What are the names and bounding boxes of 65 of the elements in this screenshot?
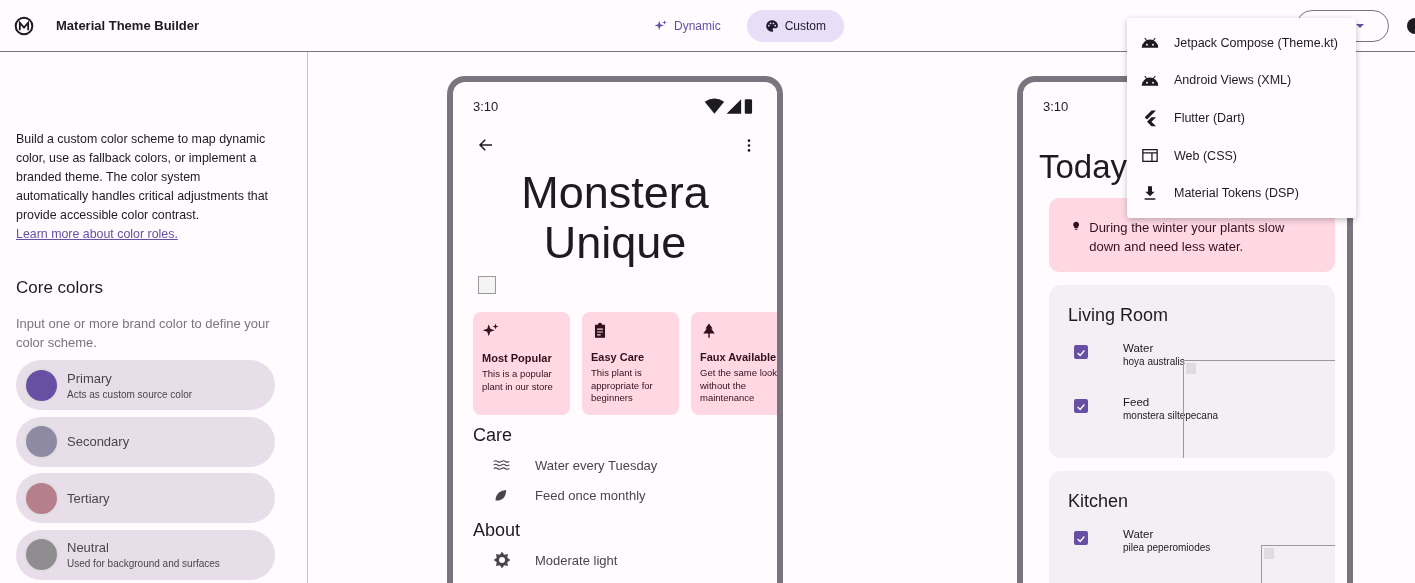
card-title: Easy Care (591, 351, 646, 364)
learn-more-link[interactable]: Learn more about color roles. (16, 227, 178, 241)
list-item-text: Feed once monthly (535, 487, 646, 503)
android-icon (1141, 37, 1159, 49)
more-icon[interactable] (747, 138, 751, 152)
color-chip[interactable]: Neutral Used for background and surfaces (16, 529, 275, 580)
mode-tab[interactable]: Dynamic (636, 10, 739, 42)
light-icon (493, 551, 511, 569)
task-label: Feed (1123, 396, 1151, 408)
color-name: Neutral (67, 540, 110, 555)
leaf-icon (493, 487, 508, 503)
color-name: Secondary (67, 434, 130, 449)
color-chip[interactable]: Secondary (16, 416, 275, 467)
waves-icon (493, 460, 510, 470)
android-icon (1141, 74, 1159, 86)
plant-title: Monstera Unique (520, 168, 710, 268)
room-name: Kitchen (1068, 491, 1130, 512)
menu-item[interactable]: Material Tokens (DSP) (1127, 174, 1356, 212)
card-title: Faux Available (700, 351, 777, 364)
check-icon (1076, 401, 1086, 413)
checkbox[interactable] (1074, 399, 1088, 413)
menu-item[interactable]: Jetpack Compose (Theme.kt) (1127, 24, 1356, 62)
list-item-text: Water every Tuesday (535, 457, 658, 473)
back-icon[interactable] (477, 136, 495, 154)
core-colors-heading: Core colors (16, 278, 104, 298)
color-description: Acts as custom source color (67, 388, 193, 400)
status-icons (703, 97, 755, 115)
app-title: Material Theme Builder (56, 18, 200, 33)
browser-window-icon (1141, 149, 1159, 163)
card-text: This plant is appropriate for beginners (591, 367, 654, 405)
plant-name: pilea peperomiodes (1123, 542, 1211, 553)
menu-item[interactable]: Web (CSS) (1127, 136, 1356, 175)
color-description: Used for background and surfaces (67, 558, 220, 569)
task-label: Water (1123, 342, 1155, 354)
tip-text: During the winter your plants slow down and need less water. (1089, 219, 1286, 256)
status-time: 3:10 (1043, 98, 1069, 114)
checkbox[interactable] (1074, 531, 1088, 545)
status-time: 3:10 (473, 98, 499, 114)
logo-icon (14, 15, 34, 36)
palette-icon (764, 19, 779, 33)
section-heading: Care (473, 425, 513, 446)
section-heading: About (473, 520, 522, 541)
card-text: This is a popular plant in our store (482, 368, 554, 394)
intro-text: Build a custom color scheme to map dynamic color, use as fallback colors, or implement a branded theme. The color system automatically handles critical adjustments that provide accessible color contrast. Learn more about color roles. (16, 131, 270, 243)
color-name: Primary (67, 370, 113, 386)
card-title: Most Popular (482, 352, 553, 364)
plant-name: hoya australis (1123, 356, 1185, 367)
menu-item[interactable]: Android Views (XML) (1127, 61, 1356, 100)
card-text: Get the same look without the maintenance (700, 367, 777, 405)
core-colors-hint: Input one or more brand color to define your color scheme. (16, 315, 271, 352)
room-name: Living Room (1068, 305, 1170, 326)
check-icon (1076, 533, 1086, 545)
list-item-text: Moderate light (535, 552, 618, 568)
check-icon (1076, 347, 1086, 359)
color-chip[interactable]: Primary Acts as custom source color (16, 360, 275, 410)
caret-icon (1356, 24, 1364, 28)
mode-tab[interactable]: Custom (746, 10, 845, 42)
task-label: Water (1123, 528, 1155, 540)
color-chip[interactable]: Tertiary (16, 473, 275, 523)
color-name: Tertiary (67, 490, 110, 506)
broken-image-icon (478, 276, 496, 294)
checkbox[interactable] (1074, 345, 1088, 359)
plant-name: monstera siltepecana (1123, 410, 1219, 421)
menu-item[interactable]: Flutter (Dart) (1127, 99, 1356, 137)
today-title: Today (1039, 148, 1128, 186)
